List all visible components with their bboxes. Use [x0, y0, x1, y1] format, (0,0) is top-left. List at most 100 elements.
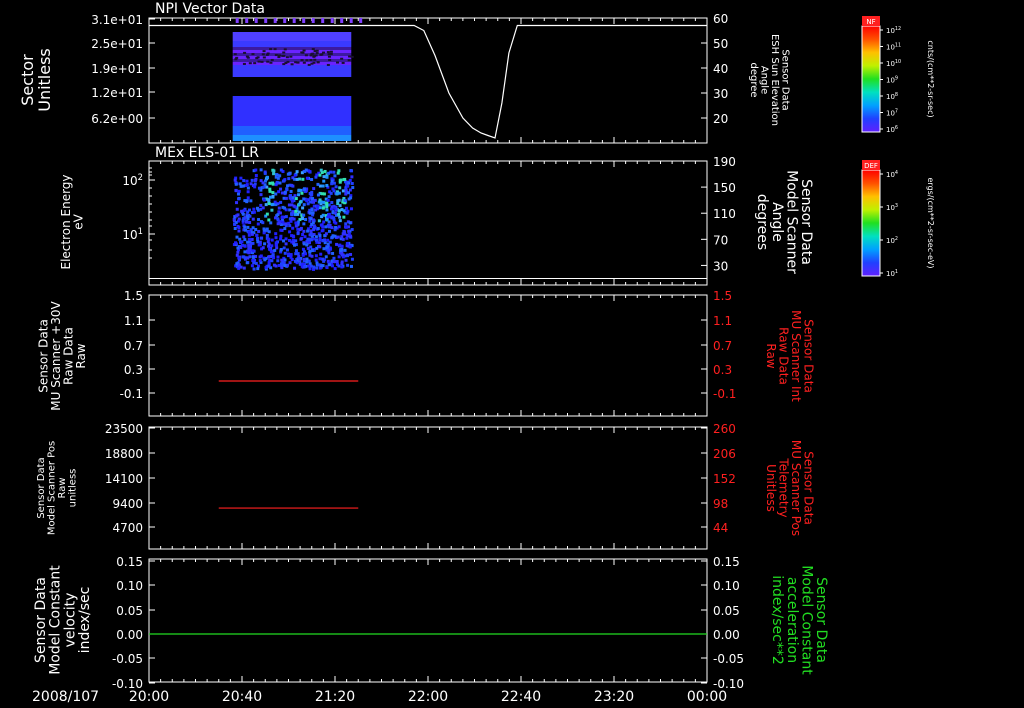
spectrogram-cell	[309, 58, 313, 61]
spectrogram-cell	[305, 199, 309, 203]
spectrogram-cell	[251, 255, 255, 259]
spectrogram-cell	[335, 260, 339, 264]
spectrogram-cell	[233, 226, 237, 230]
panel-5: 0.150.100.050.00-0.05-0.100.150.100.050.…	[33, 555, 829, 691]
spectrogram-cell	[289, 255, 293, 259]
spectrogram-cell	[333, 174, 337, 178]
spectrogram-cell	[313, 58, 317, 61]
y-tick-label-left: 2.5e+01	[91, 37, 143, 51]
spectrogram-cell	[271, 191, 275, 195]
spectrogram-cell	[262, 50, 266, 53]
spectrogram-cell	[232, 108, 352, 111]
spectrogram-cell	[256, 222, 260, 226]
spectrogram-cell	[316, 193, 320, 197]
spectrogram-cell	[232, 41, 352, 44]
spectrogram-cell	[293, 243, 297, 247]
colorbar-tick-label: 102	[886, 236, 898, 245]
spectrogram-cell	[299, 237, 303, 241]
spectrogram-cell	[347, 197, 351, 201]
spectrogram-cell	[280, 191, 284, 195]
colorbar-tick-label: 101	[886, 269, 898, 278]
spectrogram-cell	[348, 178, 352, 182]
spectrogram-cell	[268, 181, 272, 185]
spectrogram-cell	[242, 235, 246, 239]
spectrogram-cell	[319, 168, 323, 172]
spectrogram-cell	[340, 57, 344, 60]
spectrogram-cell	[317, 241, 321, 245]
spectrogram-cell	[256, 267, 260, 271]
spectrogram-cell	[277, 190, 281, 194]
spectrogram-cell	[320, 223, 324, 227]
spectrogram-cell	[276, 259, 280, 263]
spectrogram-cell	[337, 255, 341, 259]
spectrogram-cell	[246, 225, 250, 229]
tick-exponent: 8	[895, 92, 898, 98]
spectrogram-cell	[341, 253, 345, 257]
spectrogram-cell	[272, 172, 276, 176]
spectrogram-cell	[289, 189, 293, 193]
spectrogram-cell	[252, 267, 256, 271]
colorbar-unit-label: ergs/(cm**2-sr-sec-eV)	[926, 177, 935, 268]
spectrogram-cell	[343, 230, 347, 234]
spectrogram-cell	[332, 216, 336, 220]
spectrogram-cell	[233, 178, 237, 182]
spectrogram-cell	[322, 51, 326, 54]
spectrogram-cell	[232, 44, 352, 47]
colorbar-nf: NF101210111010109108107106cnts/(cm**2-sr…	[861, 16, 935, 134]
spectrogram-cell	[287, 252, 291, 256]
spectrogram-cell	[232, 129, 352, 132]
spectrogram-cell	[271, 202, 275, 206]
y-tick-label-right: 0.3	[713, 363, 732, 377]
spectrogram-cell	[302, 61, 306, 64]
spectrogram-cell	[263, 179, 267, 183]
spectrogram-cell	[234, 58, 238, 61]
spectrogram-cell	[250, 178, 254, 182]
tick-exponent: 9	[895, 76, 898, 82]
spectrogram-cell	[292, 18, 296, 23]
time-tick-label: 20:40	[222, 689, 262, 705]
right-axis-label-line: acceleration	[784, 577, 800, 663]
spectrogram-cell	[243, 199, 247, 203]
spectrogram-cell	[251, 249, 255, 253]
spectrogram-cell	[236, 250, 240, 254]
spectrogram-cell	[273, 48, 277, 51]
spectrogram-cell	[256, 236, 260, 240]
spectrogram-cell	[287, 203, 291, 207]
spectrogram-cell	[243, 238, 247, 242]
spectrogram-cell	[321, 206, 325, 210]
spectrogram-cell	[285, 248, 289, 252]
panel-2: MEx ELS-01 LR1021011901501107030Electron…	[59, 145, 814, 286]
spectrogram-cell	[245, 18, 249, 23]
spectrogram-cell	[281, 220, 285, 224]
plot-title: NPI Vector Data	[155, 1, 265, 17]
spectrogram-cell	[338, 186, 342, 190]
colorbar-title: NF	[866, 18, 875, 26]
spectrogram-cell	[322, 175, 326, 179]
spectrogram-cell	[290, 213, 294, 217]
colorbar-gradient	[861, 169, 881, 277]
colorbar-tick-label: 108	[886, 92, 898, 101]
spectrogram-cell	[322, 179, 326, 183]
spectrogram-cell	[237, 197, 241, 201]
spectrogram-cell	[284, 215, 288, 219]
spectrogram-cell	[335, 242, 339, 246]
spectrogram-cell	[329, 50, 333, 53]
colorbar-unit-label: cnts/(cm**2-sr-sec)	[926, 40, 935, 117]
spectrogram-cell	[243, 51, 247, 54]
spectrogram-cell	[283, 251, 287, 255]
spectrogram-cell	[312, 226, 316, 230]
spectrogram-cell	[252, 207, 256, 211]
spectrogram-cell	[292, 204, 296, 208]
spectrogram-cell	[259, 207, 263, 211]
spectrogram-cell	[313, 50, 317, 53]
spectrogram-cell	[232, 105, 352, 108]
spectrogram-cell	[302, 229, 306, 233]
spectrogram-cell	[308, 267, 312, 271]
spectrogram-cell	[309, 264, 313, 268]
spectrogram-cell	[293, 266, 297, 270]
right-axis-label: Sensor DataMU Scanner PosTelemetryUnitle…	[764, 440, 816, 536]
spectrogram-cell	[258, 240, 262, 244]
spectrogram-cell	[266, 176, 270, 180]
spectrogram-cell	[330, 264, 334, 268]
spectrogram-cell	[349, 18, 353, 23]
